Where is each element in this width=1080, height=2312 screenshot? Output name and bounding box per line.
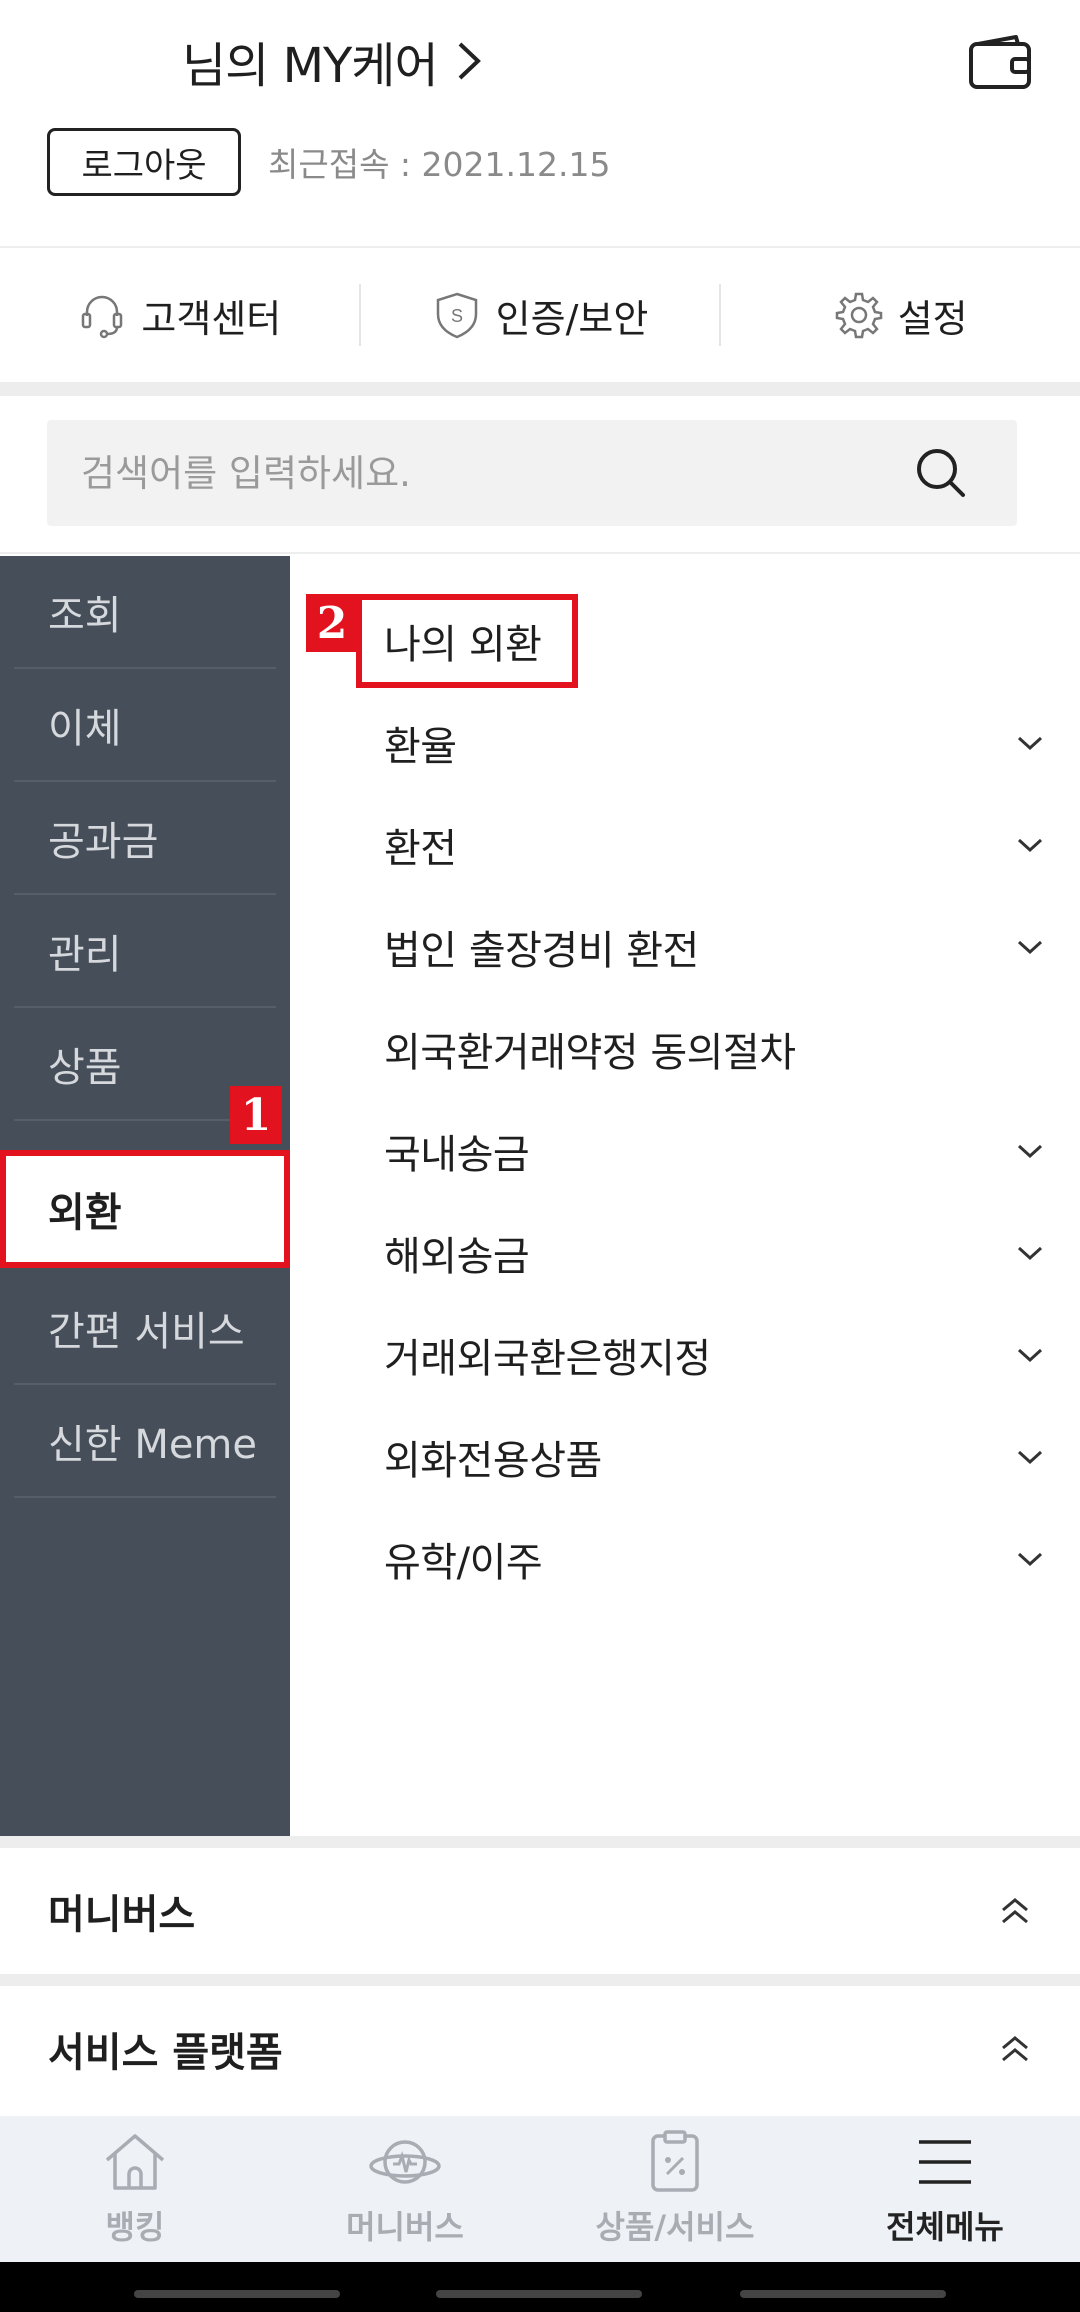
submenu-label: 환율 — [384, 724, 457, 770]
quick-links: 고객센터 S 인증/보안 설정 — [0, 248, 1080, 382]
sidebar-item-inquiry[interactable]: 조회 — [14, 556, 276, 669]
submenu-item-designated-fx-bank[interactable]: 거래외국환은행지정 — [384, 1320, 1044, 1390]
chevron-right-icon — [458, 42, 481, 80]
menu-panel: 조회 이체 공과금 관리 상품 외환 간편 서비스 신한 Meme 1 나의 외… — [0, 556, 1080, 1836]
nav-label: 상품/서비스 — [595, 2208, 755, 2246]
nav-moneyverse[interactable]: 머니버스 — [270, 2116, 540, 2262]
nav-label: 전체메뉴 — [886, 2208, 1004, 2246]
system-home-button[interactable] — [436, 2290, 642, 2298]
submenu-label: 외국환거래약정 동의절차 — [384, 1030, 796, 1076]
chevron-down-icon — [1017, 1552, 1043, 1567]
double-chevron-up-icon — [1002, 1898, 1028, 1924]
search-input[interactable] — [47, 420, 911, 526]
accordion-moneyverse[interactable]: 머니버스 — [0, 1848, 1080, 1974]
highlight-box-step-2 — [356, 594, 578, 688]
search-icon[interactable] — [911, 443, 971, 503]
svg-text:S: S — [451, 306, 463, 326]
menu-icon — [919, 2140, 971, 2184]
sidebar-item-foreign-exchange[interactable]: 외환 — [0, 1150, 290, 1268]
submenu-label: 거래외국환은행지정 — [384, 1336, 711, 1382]
logout-button[interactable]: 로그아웃 — [47, 128, 241, 196]
last-login-text: 최근접속 : 2021.12.15 — [268, 145, 611, 184]
system-back-button[interactable] — [740, 2290, 946, 2298]
submenu-label: 유학/이주 — [384, 1540, 543, 1586]
home-icon — [105, 2134, 165, 2190]
sidebar: 조회 이체 공과금 관리 상품 외환 간편 서비스 신한 Meme — [0, 556, 290, 1836]
sidebar-item-transfer[interactable]: 이체 — [14, 669, 276, 782]
chevron-down-icon — [1017, 736, 1043, 751]
submenu-item-corporate-travel-exchange[interactable]: 법인 출장경비 환전 — [384, 912, 1044, 982]
chevron-down-icon — [1017, 940, 1043, 955]
planet-icon — [369, 2140, 441, 2184]
customer-center-button[interactable]: 고객센터 — [0, 248, 359, 382]
submenu-item-domestic-remittance[interactable]: 국내송금 — [384, 1116, 1044, 1186]
submenu-item-fx-agreement[interactable]: 외국환거래약정 동의절차 — [384, 1014, 1044, 1084]
submenu-label: 환전 — [384, 826, 457, 872]
chevron-down-icon — [1017, 1246, 1043, 1261]
submenu-label: 국내송금 — [384, 1132, 530, 1178]
sidebar-item-utilities[interactable]: 공과금 — [14, 782, 276, 895]
quick-label: 설정 — [897, 296, 968, 341]
shield-icon: S — [436, 292, 477, 339]
settings-button[interactable]: 설정 — [721, 248, 1080, 382]
submenu-label: 외화전용상품 — [384, 1438, 602, 1484]
submenu: 나의 외환 환율 환전 법인 출장경비 환전 외국환거래약정 동의절차 국내송금… — [290, 556, 1080, 1836]
wallet-icon[interactable] — [968, 34, 1032, 90]
quick-label: 고객센터 — [141, 296, 282, 341]
chevron-down-icon — [1017, 838, 1043, 853]
sidebar-item-shinhan-meme[interactable]: 신한 Meme — [14, 1385, 276, 1498]
header: 님의 MY케어 로그아웃 최근접속 : 2021.12.15 — [0, 0, 1080, 246]
chevron-down-icon — [1017, 1450, 1043, 1465]
mycare-link[interactable]: 님의 MY케어 — [182, 28, 488, 94]
gear-icon — [835, 292, 882, 339]
nav-all-menu[interactable]: 전체메뉴 — [810, 2116, 1080, 2262]
submenu-label: 해외송금 — [384, 1234, 530, 1280]
bottom-nav: 뱅킹 머니버스 상품/서비스 전체메뉴 — [0, 2116, 1080, 2262]
chevron-down-icon — [1017, 1348, 1043, 1363]
submenu-item-study-emigration[interactable]: 유학/이주 — [384, 1524, 1044, 1594]
divider — [0, 552, 1080, 554]
sidebar-item-management[interactable]: 관리 — [14, 895, 276, 1008]
submenu-item-overseas-remittance[interactable]: 해외송금 — [384, 1218, 1044, 1288]
double-chevron-up-icon — [1002, 2036, 1028, 2062]
submenu-label: 법인 출장경비 환전 — [384, 928, 699, 974]
step-badge-2: 2 — [306, 594, 358, 652]
nav-label: 뱅킹 — [105, 2208, 165, 2246]
accordion-title: 머니버스 — [48, 1892, 196, 1938]
submenu-item-exchange-rate[interactable]: 환율 — [384, 708, 1044, 778]
search-bar — [47, 420, 1017, 526]
submenu-item-currency-exchange[interactable]: 환전 — [384, 810, 1044, 880]
accordion-service-platform[interactable]: 서비스 플랫폼 — [0, 1986, 1080, 2112]
headset-icon — [82, 295, 123, 339]
nav-banking[interactable]: 뱅킹 — [0, 2116, 270, 2262]
submenu-item-fx-products[interactable]: 외화전용상품 — [384, 1422, 1044, 1492]
section-separator — [0, 1974, 1080, 1986]
system-recents-button[interactable] — [134, 2290, 340, 2298]
accordion-title: 서비스 플랫폼 — [48, 2030, 283, 2076]
nav-label: 머니버스 — [346, 2208, 464, 2246]
section-separator — [0, 1836, 1080, 1848]
system-navigation-bar — [0, 2262, 1080, 2312]
coupon-icon — [651, 2130, 699, 2192]
mycare-title: 님의 MY케어 — [182, 38, 439, 94]
step-badge-1: 1 — [230, 1086, 282, 1144]
sidebar-item-easy-service[interactable]: 간편 서비스 — [14, 1272, 276, 1385]
quick-label: 인증/보안 — [495, 296, 649, 341]
nav-products-services[interactable]: 상품/서비스 — [540, 2116, 810, 2262]
chevron-down-icon — [1017, 1144, 1043, 1159]
section-separator — [0, 382, 1080, 396]
auth-security-button[interactable]: S 인증/보안 — [361, 248, 720, 382]
